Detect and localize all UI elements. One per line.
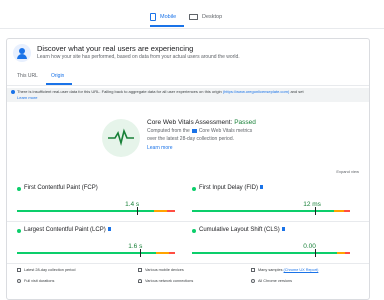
card-subtitle: Learn how your site has performed, based…: [37, 54, 240, 60]
metric-name: Cumulative Layout Shift (CLS): [199, 227, 285, 233]
devices-icon: [138, 268, 142, 272]
mobile-icon: [150, 13, 156, 21]
notice-message: There is insufficient real-user data for…: [17, 89, 222, 94]
distribution-bar: [192, 252, 350, 254]
status-dot-icon: [192, 187, 196, 191]
people-icon: [251, 268, 255, 272]
status-dot-icon: [17, 229, 21, 233]
expand-view-toggle[interactable]: Expand view: [336, 169, 359, 174]
collection-period: Latest 28-day collection period: [17, 268, 76, 272]
field-data-card: Discover what your real users are experi…: [6, 38, 370, 300]
cwv-assessment-result: Passed: [234, 119, 256, 126]
bookmark-icon: [260, 185, 264, 190]
users-icon: [13, 44, 31, 62]
metric-name: First Contentful Paint (FCP): [24, 185, 98, 191]
scope-divider: [7, 85, 369, 86]
calendar-icon: [17, 268, 21, 272]
active-tab-indicator: [150, 25, 184, 27]
cwv-line1-prefix: Computed from the: [147, 128, 190, 134]
cwv-pass-icon: [102, 119, 140, 157]
visit-durations: Full visit durations: [17, 279, 54, 283]
distribution-bar: [192, 210, 350, 212]
info-icon: [11, 90, 15, 94]
device-info: Various mobile devices: [138, 268, 184, 272]
tab-origin[interactable]: Origin: [51, 73, 64, 79]
chrome-icon: [251, 279, 255, 283]
metric-cls[interactable]: Cumulative Layout Shift (CLS) 0.00: [192, 227, 357, 267]
tab-mobile[interactable]: Mobile: [150, 8, 176, 26]
distribution-bar: [17, 252, 175, 254]
device-tabs: Mobile Desktop: [0, 8, 384, 27]
origin-link[interactable]: (https://www.oregonlicenseplate.com): [223, 89, 289, 94]
p75-marker: [315, 249, 317, 257]
tab-mobile-label: Mobile: [160, 14, 177, 20]
crux-report-link[interactable]: (Chrome UX Report): [284, 268, 319, 272]
cwv-description-line2: over the latest 28-day collection period…: [147, 136, 234, 142]
insufficient-data-notice: There is insufficient real-user data for…: [7, 88, 369, 102]
network-info: Various network connections: [138, 279, 193, 283]
tab-this-url[interactable]: This URL: [17, 73, 38, 79]
metric-name: First Input Delay (FID): [199, 185, 264, 191]
cwv-line1-suffix: Core Web Vitals metrics: [198, 128, 253, 134]
tab-desktop-label: Desktop: [202, 14, 223, 20]
distribution-bar: [17, 210, 175, 212]
notice-suffix: and set: [290, 89, 304, 94]
cwv-assessment: Core Web Vitals Assessment: Passed: [147, 119, 256, 126]
tab-desktop[interactable]: Desktop: [189, 8, 222, 26]
sample-info: Many samples (Chrome UX Report): [251, 268, 318, 272]
metric-lcp[interactable]: Largest Contentful Paint (LCP) 1.6 s: [17, 227, 182, 267]
bookmark-icon: [281, 227, 285, 232]
scope-tabs: This URL Origin: [7, 71, 369, 85]
card-title: Discover what your real users are experi…: [37, 44, 194, 53]
status-dot-icon: [17, 187, 21, 191]
wifi-icon: [138, 279, 142, 283]
bookmark-icon: [107, 227, 111, 232]
bookmark-icon: [191, 128, 197, 133]
notice-text: There is insufficient real-user data for…: [17, 89, 362, 94]
clock-icon: [17, 279, 21, 283]
p75-marker: [140, 249, 142, 257]
cwv-assessment-label: Core Web Vitals Assessment:: [147, 119, 233, 126]
status-dot-icon: [192, 229, 196, 233]
metric-value: 0.00: [303, 243, 316, 250]
tabs-divider: [0, 28, 384, 29]
footer-divider: [7, 263, 369, 264]
p75-marker: [137, 207, 139, 215]
cwv-description-line1: Computed from the Core Web Vitals metrics: [147, 128, 252, 134]
metric-fid[interactable]: First Input Delay (FID) 12 ms: [192, 185, 357, 225]
metric-fcp[interactable]: First Contentful Paint (FCP) 1.4 s: [17, 185, 182, 225]
metric-name: Largest Contentful Paint (LCP): [24, 227, 111, 233]
p75-marker: [315, 207, 317, 215]
desktop-icon: [189, 14, 198, 20]
chrome-versions: All Chrome versions: [251, 279, 292, 283]
notice-learn-more-link[interactable]: Learn more: [17, 95, 37, 100]
metric-value: 12 ms: [303, 201, 321, 208]
metrics-divider: [7, 221, 369, 222]
cwv-learn-more-link[interactable]: Learn more: [147, 145, 173, 151]
